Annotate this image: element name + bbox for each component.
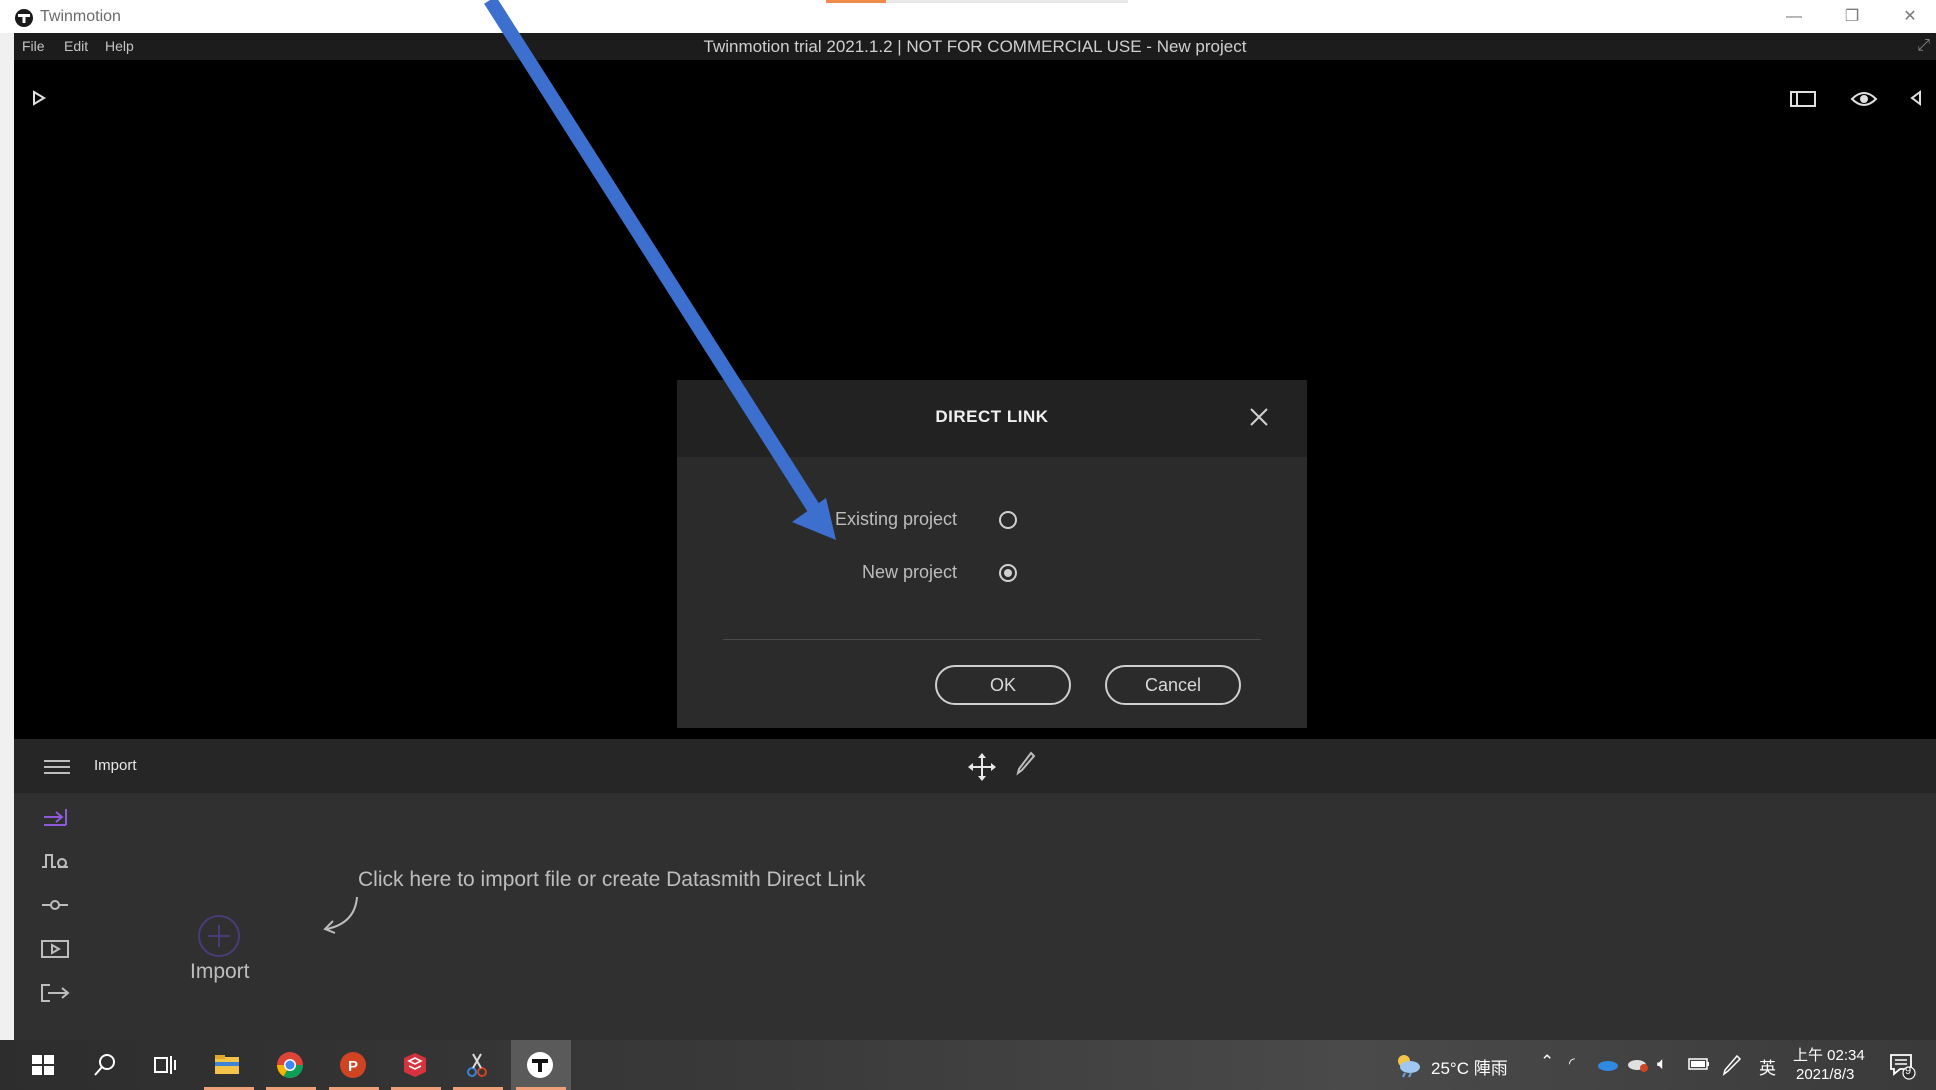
window-app-name: Twinmotion: [40, 8, 121, 25]
hamburger-menu-icon[interactable]: [44, 759, 70, 775]
task-view-icon[interactable]: [149, 1050, 179, 1080]
snipping-tool-icon[interactable]: [462, 1050, 492, 1080]
notification-count: 9: [1905, 1065, 1912, 1077]
title-accent-bar-light: [886, 0, 1128, 3]
import-hint-text[interactable]: Click here to import file or create Data…: [358, 868, 866, 892]
settings-slider-icon[interactable]: [40, 893, 70, 917]
windows-start-icon[interactable]: [28, 1050, 58, 1080]
weather-text[interactable]: 25°C 陣雨: [1431, 1054, 1508, 1079]
sketchup-icon[interactable]: [400, 1050, 430, 1080]
menu-bar: File Edit Help Twinmotion trial 2021.1.2…: [14, 33, 1936, 60]
dialog-header: DIRECT LINK: [677, 380, 1307, 457]
curved-arrow-icon: [323, 896, 358, 934]
window-title-bar: Twinmotion — ❐ ✕: [0, 0, 1936, 33]
panel-header: Import: [14, 739, 1936, 793]
weather-icon[interactable]: [1393, 1052, 1423, 1078]
clock-date[interactable]: 2021/8/3: [1796, 1066, 1854, 1083]
new-project-radio[interactable]: [999, 564, 1017, 582]
import-button-label[interactable]: Import: [190, 960, 250, 984]
twinmotion-app: File Edit Help Twinmotion trial 2021.1.2…: [14, 33, 1936, 1040]
existing-project-label: Existing project: [834, 509, 957, 529]
export-tab-icon[interactable]: [40, 981, 70, 1005]
fullscreen-icon[interactable]: ⤢: [1917, 37, 1930, 55]
eye-icon[interactable]: [1850, 90, 1878, 108]
twinmotion-taskbar-icon[interactable]: [525, 1050, 555, 1080]
radio-selected-dot: [1004, 569, 1012, 577]
dialog-title: DIRECT LINK: [935, 407, 1049, 426]
restore-button[interactable]: ❐: [1832, 4, 1872, 30]
close-window-button[interactable]: ✕: [1890, 4, 1930, 30]
app-title: Twinmotion trial 2021.1.2 | NOT FOR COMM…: [703, 37, 1247, 56]
move-tool-icon[interactable]: [967, 752, 997, 782]
twinmotion-logo-icon: [15, 9, 33, 27]
media-tab-icon[interactable]: [40, 937, 70, 961]
notification-icon[interactable]: [1888, 1052, 1916, 1080]
expand-left-panel-icon[interactable]: [32, 90, 46, 106]
layout-panel-icon[interactable]: [1790, 91, 1816, 107]
cancel-button[interactable]: Cancel: [1105, 665, 1241, 705]
import-panel: Click here to import file or create Data…: [14, 793, 1936, 1040]
close-icon[interactable]: [1244, 402, 1274, 432]
import-tab-icon[interactable]: [40, 805, 70, 829]
onedrive-error-icon[interactable]: [1627, 1055, 1649, 1073]
volume-icon[interactable]: 🔈︎: [1657, 1054, 1667, 1074]
collapse-right-panel-icon[interactable]: [1910, 90, 1922, 106]
svg-text:P: P: [348, 1058, 358, 1075]
pen-icon[interactable]: [1722, 1054, 1742, 1076]
chrome-icon[interactable]: [275, 1050, 305, 1080]
minimize-button[interactable]: —: [1774, 4, 1814, 30]
ime-indicator[interactable]: 英: [1759, 1054, 1776, 1079]
existing-project-radio[interactable]: [999, 511, 1017, 529]
title-accent-bar: [826, 0, 886, 3]
clock-time[interactable]: 上午 02:34: [1793, 1044, 1865, 1065]
chevron-up-icon[interactable]: ⌃: [1540, 1052, 1554, 1072]
onedrive-icon[interactable]: [1597, 1057, 1619, 1071]
powerpoint-icon[interactable]: P: [338, 1050, 368, 1080]
dialog-divider: [723, 639, 1261, 640]
context-tab-icon[interactable]: [40, 849, 70, 873]
network-icon[interactable]: ◜: [1569, 1054, 1575, 1072]
eyedropper-icon[interactable]: [1014, 751, 1036, 777]
ok-button[interactable]: OK: [935, 665, 1071, 705]
taskbar: P 25°C 陣雨 ⌃ ◜ 🔈︎ 英 上午 02:34 2021/8/3 9: [0, 1040, 1936, 1090]
file-explorer-icon[interactable]: [212, 1050, 242, 1080]
panel-title: Import: [94, 757, 137, 774]
direct-link-dialog: DIRECT LINK Existing project New project…: [677, 380, 1307, 728]
import-add-icon[interactable]: [196, 913, 242, 959]
battery-icon[interactable]: [1688, 1058, 1710, 1070]
search-icon[interactable]: [90, 1050, 120, 1080]
new-project-label: New project: [861, 562, 957, 582]
